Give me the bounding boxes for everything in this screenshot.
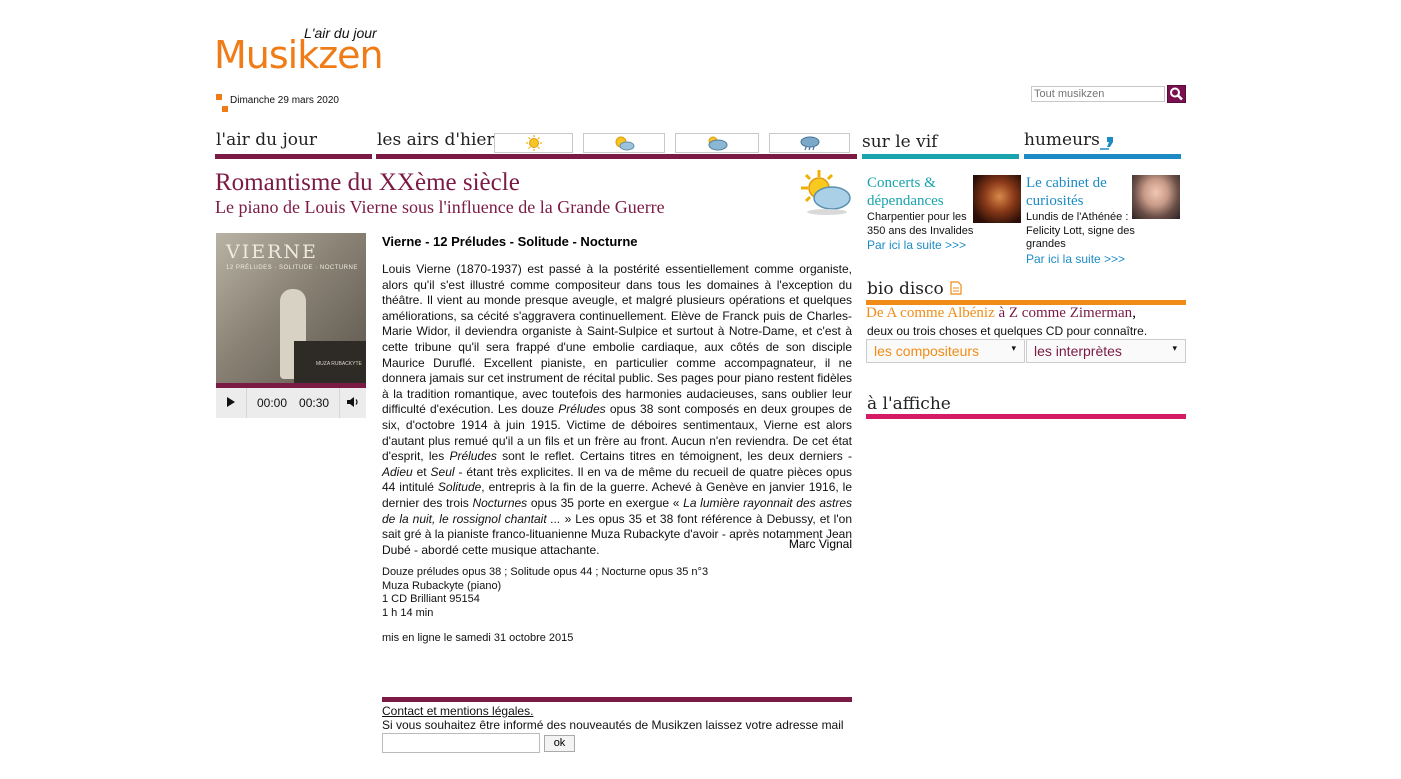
body-emphasis: Adieu	[382, 464, 413, 479]
disc-details: Douze préludes opus 38 ; Solitude opus 4…	[382, 566, 708, 620]
disc-line: 1 h 14 min	[382, 606, 434, 619]
site-logo[interactable]: Musikzen	[214, 36, 384, 74]
nav-underline	[215, 154, 372, 159]
contact-link[interactable]: Contact et mentions légales.	[382, 704, 533, 718]
newsletter-email-input[interactable]	[382, 733, 540, 753]
body-emphasis: Préludes	[558, 402, 606, 417]
article-body: Louis Vierne (1870-1937) est passé à la …	[382, 262, 852, 558]
search-input[interactable]	[1031, 86, 1165, 102]
chevron-down-icon: ▾	[1172, 343, 1177, 353]
weather-button-cloud-rain[interactable]	[769, 133, 850, 153]
publication-date: mis en ligne le samedi 31 octobre 2015	[382, 632, 574, 644]
bio-disco-description: deux ou trois choses et quelques CD pour…	[867, 324, 1148, 338]
body-emphasis: Préludes	[449, 449, 497, 464]
cabinet-text: Lundis de l'Athénée : Felicity Lott, sig…	[1026, 211, 1135, 250]
bio-disco-range-end[interactable]: à Z comme Zimerman	[995, 305, 1132, 321]
article-author: Marc Vignal	[788, 537, 852, 551]
body-emphasis: Seul	[430, 464, 455, 479]
volume-button[interactable]	[340, 396, 365, 411]
performers-select-value: les interprètes	[1034, 343, 1122, 359]
player-duration: 00:30	[299, 396, 330, 410]
bio-disco-heading[interactable]: bio disco	[867, 279, 944, 299]
concerts-link[interactable]: Par ici la suite >>>	[867, 238, 966, 252]
weather-button-sun[interactable]	[494, 133, 573, 153]
audio-player: 00:00 00:30	[216, 388, 366, 418]
bio-disco-range-comma: ,	[1132, 305, 1136, 321]
sun-icon	[525, 135, 542, 151]
chevron-down-icon: ▾	[1011, 343, 1016, 353]
current-date: Dimanche 29 mars 2020	[230, 95, 339, 106]
performers-select[interactable]: les interprètes ▾	[1026, 339, 1186, 363]
nav-sur-le-vif[interactable]: sur le vif	[862, 132, 937, 152]
affiche-heading[interactable]: à l'affiche	[867, 394, 951, 414]
play-icon	[227, 396, 235, 407]
disc-line: 1 CD Brilliant 95154	[382, 593, 480, 605]
nav-air-du-jour[interactable]: l'air du jour	[216, 130, 317, 150]
cabinet-link[interactable]: Par ici la suite >>>	[1026, 252, 1125, 266]
body-text: et	[412, 464, 431, 479]
body-emphasis: Solitude	[437, 480, 482, 495]
document-icon	[950, 281, 962, 295]
bio-disco-range: De A comme Albéniz à Z comme Zimerman,	[866, 305, 1136, 322]
concerts-title[interactable]: Concerts & dépendances	[867, 174, 967, 210]
newsletter-text: Si vous souhaitez être informé des nouve…	[382, 718, 844, 732]
cover-subtitle: 12 PRÉLUDES · SOLITUDE · NOCTURNE	[226, 265, 358, 271]
player-current-time: 00:00	[257, 396, 288, 410]
date-marker	[216, 94, 222, 100]
body-text: Louis Vierne (1870-1937) est passé à la …	[382, 262, 852, 417]
concerts-thumbnail[interactable]	[973, 175, 1021, 223]
nav-airs-d-hier[interactable]: les airs d'hier	[377, 130, 495, 150]
article-subtitle: Le piano de Louis Vierne sous l'influenc…	[215, 197, 665, 217]
body-text: sont le reflet. Certains titres en témoi…	[496, 449, 852, 464]
body-emphasis: Nocturnes	[472, 495, 528, 510]
quote-icon	[1099, 135, 1115, 151]
volume-icon	[347, 396, 358, 407]
search-icon	[1170, 87, 1183, 101]
bio-disco-range-start[interactable]: De A comme Albéniz	[866, 305, 995, 321]
nav-humeurs[interactable]: humeurs	[1024, 130, 1100, 150]
player-divider	[246, 388, 247, 418]
cover-title: VIERNE	[226, 241, 318, 263]
newsletter-ok-button[interactable]: ok	[544, 735, 575, 752]
date-marker	[222, 106, 228, 112]
cloud-sun-icon	[708, 136, 728, 151]
composers-select-value: les compositeurs	[874, 343, 980, 359]
article-title: Romantisme du XXème siècle	[215, 169, 520, 196]
sun-cloud-icon	[615, 136, 635, 151]
weather-button-cloud-sun[interactable]	[675, 133, 759, 153]
cover-artist: MUZA RUBACKYTE	[316, 361, 362, 367]
nav-underline	[376, 154, 857, 159]
concerts-text: Charpentier pour les 350 ans des Invalid…	[867, 211, 974, 237]
footer-divider	[382, 697, 852, 702]
disc-line: Muza Rubackyte (piano)	[382, 579, 502, 592]
cabinet-title[interactable]: Le cabinet de curiosités	[1026, 174, 1130, 210]
nav-underline	[862, 154, 1019, 159]
disc-line: Douze préludes opus 38 ; Solitude opus 4…	[382, 566, 709, 578]
play-button[interactable]	[216, 396, 246, 411]
nav-underline	[1024, 154, 1181, 159]
search-button[interactable]	[1167, 85, 1186, 103]
article-heading: Vierne - 12 Préludes - Solitude - Noctur…	[382, 234, 638, 249]
affiche-underline	[866, 414, 1186, 419]
cloud-rain-icon	[800, 136, 819, 151]
weather-sun-cloud-icon	[797, 168, 853, 224]
composers-select[interactable]: les compositeurs ▾	[866, 339, 1025, 363]
album-cover: VIERNE 12 PRÉLUDES · SOLITUDE · NOCTURNE…	[216, 233, 366, 383]
body-text: opus 35 porte en exergue «	[527, 495, 684, 510]
weather-button-sun-cloud[interactable]	[583, 133, 665, 153]
